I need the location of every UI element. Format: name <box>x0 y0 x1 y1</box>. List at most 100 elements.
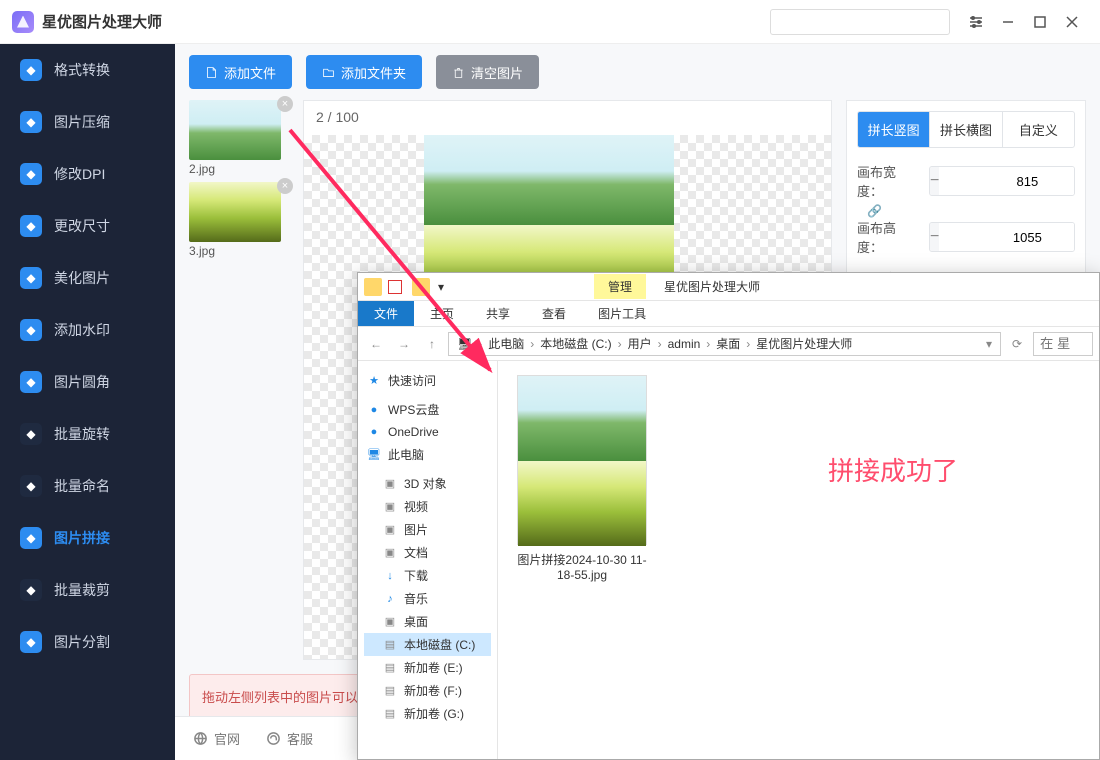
sidebar-item-1[interactable]: ◆图片压缩 <box>0 96 175 148</box>
sidebar-item-label: 美化图片 <box>54 268 110 288</box>
nav-forward-button[interactable]: → <box>392 332 416 356</box>
explorer-menu-3[interactable]: 查看 <box>526 301 582 326</box>
titlebar-search-input[interactable] <box>770 9 950 35</box>
sidebar-item-label: 批量命名 <box>54 476 110 496</box>
tree-label: 新加卷 (E:) <box>404 659 463 676</box>
remove-file-button[interactable]: × <box>277 178 293 194</box>
explorer-search-input[interactable] <box>1033 332 1093 356</box>
sidebar-icon: ◆ <box>20 319 42 341</box>
sidebar-icon: ◆ <box>20 527 42 549</box>
tree-node-13[interactable]: ▤新加卷 (F:) <box>364 679 491 702</box>
explorer-manage-tab[interactable]: 管理 <box>594 274 646 299</box>
tree-node-0[interactable]: ★快速访问 <box>364 369 491 392</box>
file-thumb[interactable]: ×3.jpg <box>189 182 289 258</box>
canvas-height-input[interactable] <box>939 223 1075 251</box>
tree-label: 新加卷 (G:) <box>404 705 464 722</box>
tree-icon: 🖥 <box>366 447 382 463</box>
sidebar-item-0[interactable]: ◆格式转换 <box>0 44 175 96</box>
settings-icon[interactable] <box>960 6 992 38</box>
sidebar-item-4[interactable]: ◆美化图片 <box>0 252 175 304</box>
footer-site-link[interactable]: 官网 <box>193 729 240 748</box>
sidebar-icon: ◆ <box>20 475 42 497</box>
canvas-width-stepper[interactable]: − + <box>929 166 1075 196</box>
sidebar-item-6[interactable]: ◆图片圆角 <box>0 356 175 408</box>
success-annotation: 拼接成功了 <box>828 451 958 488</box>
tree-node-7[interactable]: ▣ 文档 <box>364 541 491 564</box>
toolbar: 添加文件 添加文件夹 清空图片 <box>175 44 1100 100</box>
crumb-3[interactable]: admin <box>664 337 705 351</box>
crumb-0[interactable]: 此电脑 <box>484 335 528 352</box>
folder-icon <box>364 278 382 296</box>
tab-vertical[interactable]: 拼长竖图 <box>858 112 929 147</box>
explorer-file-item[interactable]: 图片拼接2024-10-30 11-18-55.jpg <box>512 375 652 582</box>
refresh-button[interactable]: ⟳ <box>1005 332 1029 356</box>
app-logo-icon <box>12 11 34 33</box>
breadcrumb[interactable]: 🖥 ›此电脑›本地磁盘 (C:)›用户›admin›桌面›星优图片处理大师▾ <box>448 332 1001 356</box>
height-minus[interactable]: − <box>930 223 939 251</box>
tree-icon: ▣ <box>382 522 398 538</box>
crumb-1[interactable]: 本地磁盘 (C:) <box>536 335 615 352</box>
remove-file-button[interactable]: × <box>277 96 293 112</box>
close-button[interactable] <box>1056 6 1088 38</box>
sidebar-item-10[interactable]: ◆批量裁剪 <box>0 564 175 616</box>
crumb-2[interactable]: 用户 <box>624 335 656 352</box>
sidebar-item-8[interactable]: ◆ 批量命名 <box>0 460 175 512</box>
maximize-button[interactable] <box>1024 6 1056 38</box>
tree-node-9[interactable]: ♪音乐 <box>364 587 491 610</box>
explorer-tree: ★快速访问●WPS云盘●OneDrive🖥此电脑▣3D 对象▣视频▣图片▣文档↓… <box>358 361 498 759</box>
canvas-width-input[interactable] <box>939 167 1075 195</box>
sidebar-item-9[interactable]: ◆图片拼接 <box>0 512 175 564</box>
tree-node-10[interactable]: ▣桌面 <box>364 610 491 633</box>
explorer-menubar: 文件主页共享查看图片工具 <box>358 301 1099 327</box>
tree-node-2[interactable]: ●OneDrive <box>364 421 491 443</box>
tree-node-6[interactable]: ▣图片 <box>364 518 491 541</box>
file-list: ×2.jpg×3.jpg <box>189 100 289 660</box>
tree-node-8[interactable]: ↓下载 <box>364 564 491 587</box>
tab-custom[interactable]: 自定义 <box>1002 112 1074 147</box>
tree-label: 音乐 <box>404 590 428 607</box>
add-folder-button[interactable]: 添加文件夹 <box>306 55 422 89</box>
tree-node-12[interactable]: ▤新加卷 (E:) <box>364 656 491 679</box>
tree-node-14[interactable]: ▤新加卷 (G:) <box>364 702 491 725</box>
tab-horizontal[interactable]: 拼长横图 <box>929 112 1001 147</box>
explorer-menu-4[interactable]: 图片工具 <box>582 301 662 326</box>
explorer-menu-1[interactable]: 主页 <box>414 301 470 326</box>
sidebar-item-11[interactable]: ◆图片分割 <box>0 616 175 668</box>
tree-icon: ▣ <box>382 545 398 561</box>
file-thumb[interactable]: ×2.jpg <box>189 100 289 176</box>
explorer-menu-0[interactable]: 文件 <box>358 301 414 326</box>
crumb-5[interactable]: 星优图片处理大师 <box>752 335 856 352</box>
explorer-menu-2[interactable]: 共享 <box>470 301 526 326</box>
tree-icon: ▣ <box>382 614 398 630</box>
add-file-button[interactable]: 添加文件 <box>189 55 292 89</box>
explorer-files-area[interactable]: 图片拼接2024-10-30 11-18-55.jpg 拼接成功了 <box>498 361 1099 759</box>
stitch-mode-tabs: 拼长竖图 拼长横图 自定义 <box>857 111 1075 148</box>
tree-node-5[interactable]: ▣视频 <box>364 495 491 518</box>
file-thumbnail <box>517 375 647 545</box>
crumb-4[interactable]: 桌面 <box>712 335 744 352</box>
tree-node-3[interactable]: 🖥此电脑 <box>364 443 491 466</box>
tree-label: 3D 对象 <box>404 475 447 492</box>
tree-node-4[interactable]: ▣3D 对象 <box>364 472 491 495</box>
tree-label: 文档 <box>404 544 428 561</box>
tree-node-11[interactable]: ▤本地磁盘 (C:) <box>364 633 491 656</box>
width-minus[interactable]: − <box>930 167 939 195</box>
footer-support-link[interactable]: 客服 <box>266 729 313 748</box>
thumb-image <box>189 100 281 160</box>
canvas-height-stepper[interactable]: − + <box>929 222 1075 252</box>
nav-back-button[interactable]: ← <box>364 332 388 356</box>
sidebar-item-7[interactable]: ◆批量旋转 <box>0 408 175 460</box>
tree-node-1[interactable]: ●WPS云盘 <box>364 398 491 421</box>
sidebar-item-5[interactable]: ◆添加水印 <box>0 304 175 356</box>
sidebar-item-3[interactable]: ◆更改尺寸 <box>0 200 175 252</box>
sidebar-item-label: 批量裁剪 <box>54 580 110 600</box>
thumb-filename: 2.jpg <box>189 162 289 176</box>
sidebar-item-2[interactable]: ◆修改DPI <box>0 148 175 200</box>
explorer-address-bar: ← → ↑ 🖥 ›此电脑›本地磁盘 (C:)›用户›admin›桌面›星优图片处… <box>358 327 1099 361</box>
tree-icon: ★ <box>366 373 382 389</box>
checkbox-icon[interactable] <box>388 280 402 294</box>
minimize-button[interactable] <box>992 6 1024 38</box>
clear-button[interactable]: 清空图片 <box>436 55 539 89</box>
nav-up-button[interactable]: ↑ <box>420 332 444 356</box>
crumb-dropdown-icon[interactable]: ▾ <box>982 337 996 351</box>
